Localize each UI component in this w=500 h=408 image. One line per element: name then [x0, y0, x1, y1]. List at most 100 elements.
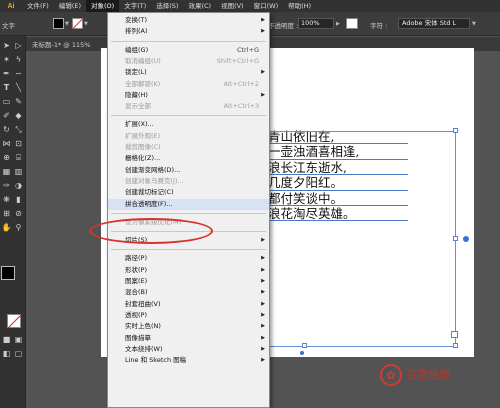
curvature-tool-icon[interactable]: ∽ [13, 68, 24, 79]
pen-tool-icon[interactable]: ✒ [1, 68, 12, 79]
menu-6[interactable]: 视图(V) [216, 0, 249, 12]
mesh-tool-icon[interactable]: ▦ [1, 166, 12, 177]
menu-item[interactable]: 透视(P) ▶ [108, 310, 269, 321]
menu-item[interactable]: 隐藏(H) ▶ [108, 90, 269, 101]
menu-item[interactable]: 排列(A) ▶ [108, 26, 269, 37]
menu-item-label: 隐藏(H) [125, 90, 148, 99]
submenu-arrow-icon: ▶ [261, 266, 265, 273]
paintbrush-tool-icon[interactable]: ✎ [13, 96, 24, 107]
lasso-tool-icon[interactable]: ϟ [13, 54, 24, 65]
blend-tool-icon[interactable]: ◑ [13, 180, 24, 191]
chevron-down-icon[interactable]: ▼ [65, 21, 69, 27]
anchor-point-marker [300, 351, 304, 355]
zoom-tool-icon[interactable]: ⚲ [13, 222, 24, 233]
selection-tool-icon[interactable]: ➤ [1, 40, 12, 51]
menu-5[interactable]: 效果(C) [183, 0, 216, 12]
menu-7[interactable]: 窗口(W) [249, 0, 284, 12]
eyedropper-tool-icon[interactable]: ✑ [1, 180, 12, 191]
stroke-color-swatch[interactable] [72, 18, 83, 29]
fill-swatch[interactable] [1, 266, 15, 280]
resize-handle[interactable] [302, 343, 307, 348]
fill-color-swatch[interactable] [53, 18, 64, 29]
gradient-tool-icon[interactable]: ▥ [13, 166, 24, 177]
perspective-grid-tool-icon[interactable]: ⌸ [13, 152, 24, 163]
menu-item[interactable]: 变换(T) ▶ [108, 15, 269, 26]
hand-tool-icon[interactable]: ✋ [1, 222, 12, 233]
submenu-arrow-icon: ▶ [261, 69, 265, 76]
chevron-down-icon[interactable]: ▼ [84, 21, 88, 27]
shape-builder-tool-icon[interactable]: ⊕ [1, 152, 12, 163]
rotate-tool-icon[interactable]: ↻ [1, 124, 12, 135]
menu-item: 裁剪图像(C) [108, 142, 269, 153]
submenu-arrow-icon: ▶ [261, 255, 265, 262]
menu-item[interactable]: 实时上色(N) ▶ [108, 321, 269, 332]
eraser-tool-icon[interactable]: ◆ [13, 110, 24, 121]
menu-2[interactable]: 对象(O) [86, 0, 120, 12]
stroke-swatch[interactable] [7, 314, 21, 328]
menu-item[interactable]: 编组(G) Ctrl+G [108, 45, 269, 56]
symbol-sprayer-tool-icon[interactable]: ❋ [1, 194, 12, 205]
menu-item[interactable]: 混合(B) ▶ [108, 287, 269, 298]
text-overflow-port[interactable] [451, 331, 458, 338]
draw-mode-icon[interactable]: ◧ [1, 348, 12, 359]
menu-item[interactable]: 锁定(L) ▶ [108, 67, 269, 78]
menu-item[interactable]: Line 和 Sketch 图稿 ▶ [108, 355, 269, 366]
resize-handle[interactable] [453, 128, 458, 133]
watermark-text: 百度经验 [406, 368, 450, 381]
menu-1[interactable]: 编辑(E) [54, 0, 86, 12]
type-tool-icon[interactable]: T [1, 82, 12, 93]
menu-8[interactable]: 帮助(H) [283, 0, 316, 12]
menu-item-label: 排列(A) [125, 27, 148, 36]
submenu-arrow-icon: ▶ [261, 237, 265, 244]
menu-item[interactable]: 图像描摹 ▶ [108, 333, 269, 344]
slice-tool-icon[interactable]: ⊘ [13, 208, 24, 219]
menu-item[interactable]: 扩展(X)... [108, 119, 269, 130]
shaper-tool-icon[interactable]: ✐ [1, 110, 12, 121]
menu-item: 创建对象马赛克(J)... [108, 176, 269, 187]
menu-4[interactable]: 选择(S) [151, 0, 183, 12]
menu-item[interactable]: 路径(P) ▶ [108, 253, 269, 264]
artboard-tool-icon[interactable]: ⊞ [1, 208, 12, 219]
menu-item-label: 编组(G) [125, 45, 149, 54]
scale-tool-icon[interactable]: ⤡ [13, 124, 24, 135]
object-menu-dropdown: 变换(T) ▶ 排列(A) ▶ 编组(G) Ctrl+G 取消编组(U) Shift+Ctrl… [107, 12, 270, 408]
submenu-arrow-icon: ▶ [261, 311, 265, 318]
document-tab[interactable]: 未标题-1* @ 115% [32, 39, 90, 51]
graph-tool-icon[interactable]: ▮ [13, 194, 24, 205]
menu-separator [111, 40, 266, 42]
menu-item[interactable]: 栅格化(Z)... [108, 153, 269, 164]
resize-handle[interactable] [453, 236, 458, 241]
text-frame-bounding-box[interactable] [264, 131, 456, 347]
line-tool-icon[interactable]: ╲ [13, 82, 24, 93]
magic-wand-tool-icon[interactable]: ✶ [1, 54, 12, 65]
chevron-down-icon[interactable]: ▼ [472, 21, 476, 27]
tools-panel: ➤ ▷ ✶ ϟ ✒ ∽ T ╲ ▭ ✎ ✐ ◆ ↻ ⤡ ⋈ ⊡ ⊕ ⌸ ▦ ▥ … [0, 36, 26, 408]
menu-item[interactable]: 形状(P) ▶ [108, 265, 269, 276]
submenu-arrow-icon: ▶ [261, 17, 265, 23]
menu-item-label: 栅格化(Z)... [125, 154, 161, 163]
rectangle-tool-icon[interactable]: ▭ [1, 96, 12, 107]
direct-selection-tool-icon[interactable]: ▷ [13, 40, 24, 51]
menu-item[interactable]: 封套扭曲(V) ▶ [108, 299, 269, 310]
menu-item[interactable]: 图案(E) ▶ [108, 276, 269, 287]
gradient-mode-icon[interactable]: ▣ [13, 334, 24, 345]
free-transform-tool-icon[interactable]: ⊡ [13, 138, 24, 149]
color-mode-icon[interactable]: ■ [1, 334, 12, 345]
width-tool-icon[interactable]: ⋈ [1, 138, 12, 149]
resize-handle[interactable] [453, 343, 458, 348]
menu-item[interactable]: 创建裁切标记(C) [108, 187, 269, 198]
menu-item: 全部解锁(K) Alt+Ctrl+2 [108, 79, 269, 90]
menu-item-shortcut: Ctrl+G [236, 45, 259, 54]
menu-item[interactable]: 拼合透明度(F)... [108, 198, 269, 210]
menu-3[interactable]: 文字(T) [119, 0, 151, 12]
font-family-field[interactable]: Adobe 宋体 Std L [398, 18, 470, 29]
menu-item[interactable]: 创建渐变网格(D)... [108, 165, 269, 176]
menu-item[interactable]: 文本绕排(W) ▶ [108, 344, 269, 355]
screen-mode-icon[interactable]: ▢ [13, 348, 24, 359]
opacity-field[interactable]: 100% [298, 18, 334, 29]
menu-0[interactable]: 文件(F) [22, 0, 54, 12]
menu-bar-items: 文件(F) 编辑(E) 对象(O) 文字(T) 选择(S) 效果(C) 视图(V) 窗口(W)… [22, 0, 316, 12]
graphic-style-swatch[interactable] [346, 18, 358, 29]
menu-item-label: 显示全部 [125, 102, 151, 111]
chevron-right-icon[interactable]: ▶ [336, 21, 340, 27]
